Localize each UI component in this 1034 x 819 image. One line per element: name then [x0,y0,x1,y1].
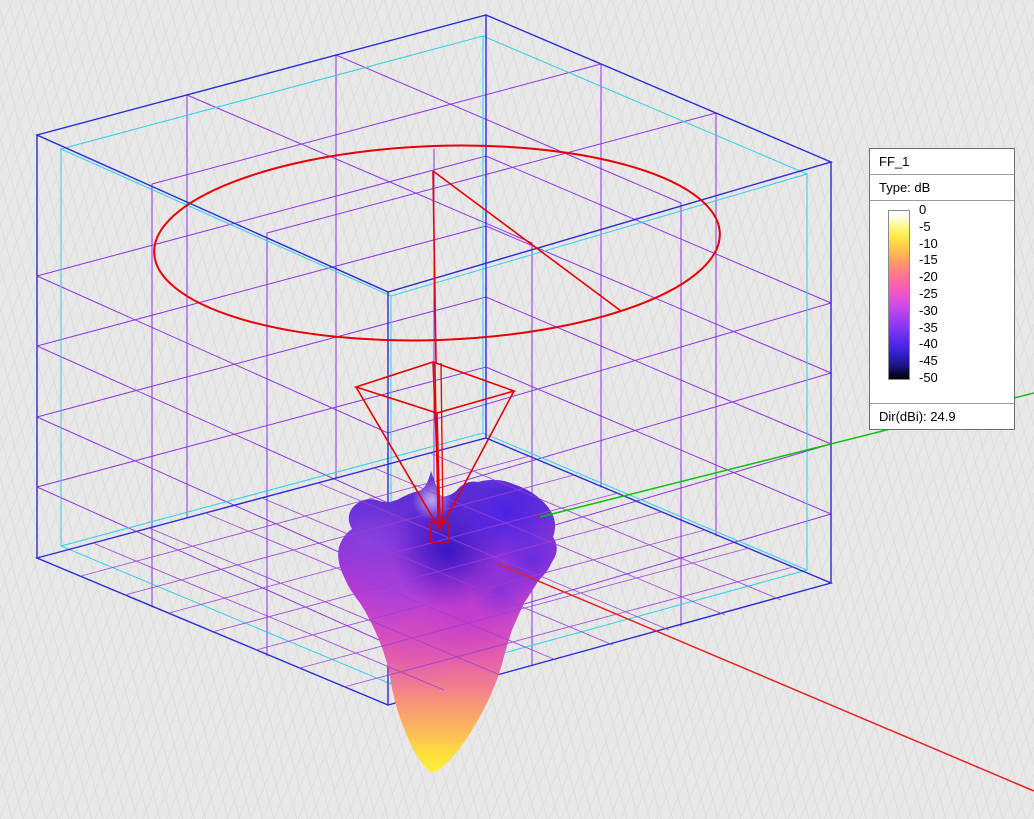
theta-circle [151,136,723,363]
legend-colorbar-section: 0 -5 -10 -15 -20 -25 -30 -35 -40 -45 -50 [870,201,1014,404]
legend-directivity: Dir(dBi): 24.9 [870,404,1014,429]
colorbar-gradient [888,210,910,380]
colorbar-tick: -50 [919,371,938,385]
legend-type-label: Type: dB [870,175,1014,201]
colorbar-tick: -40 [919,337,938,351]
colorbar-tick: -35 [919,321,938,335]
colorbar-tick: -5 [919,220,938,234]
colorbar-tick: -30 [919,304,938,318]
legend-title: FF_1 [870,149,1014,175]
legend-panel: FF_1 Type: dB 0 -5 -10 -15 -20 -25 -30 -… [869,148,1015,430]
colorbar-tick: -15 [919,253,938,267]
colorbar-tick: -45 [919,354,938,368]
colorbar-tick: -25 [919,287,938,301]
axis-line-red [498,564,1034,791]
colorbar-tick: -10 [919,237,938,251]
colorbar-tick: -20 [919,270,938,284]
colorbar-tick: 0 [919,203,938,217]
colorbar-ticks: 0 -5 -10 -15 -20 -25 -30 -35 -40 -45 -50 [919,203,938,385]
